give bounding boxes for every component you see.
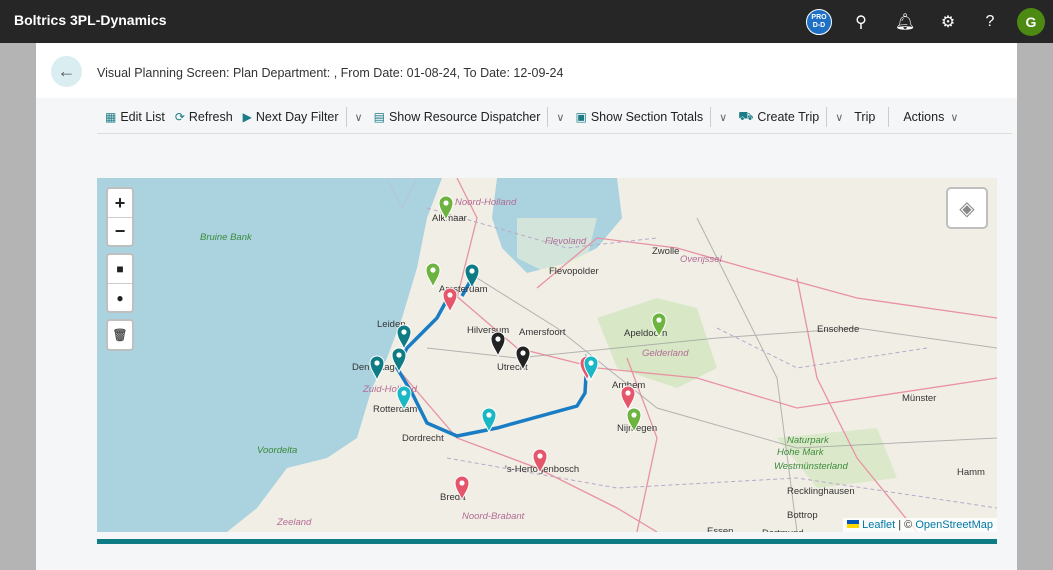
map-label: Naturpark — [787, 435, 830, 446]
edit-list-button[interactable]: ▦ Edit List — [100, 110, 170, 124]
divider — [710, 107, 712, 127]
layers-icon: ◈ — [959, 197, 975, 220]
map-marker-teal[interactable] — [369, 355, 385, 382]
draw-rectangle-button[interactable]: ■ — [108, 255, 132, 283]
chevron-down-icon[interactable]: ∨ — [713, 111, 733, 124]
arrow-left-icon: ← — [57, 61, 76, 81]
map-marker-green[interactable] — [425, 262, 441, 289]
circle-icon: ● — [116, 290, 124, 305]
totals-icon: ▣ — [575, 110, 587, 124]
divider — [97, 133, 1012, 134]
map-label: Westmünsterland — [774, 461, 848, 472]
map-label: Amersfoort — [519, 327, 566, 338]
map-label: Hohe Mark — [777, 447, 825, 458]
map-label: Recklinghausen — [787, 486, 855, 497]
map-label: Alkmaar — [432, 213, 467, 224]
zoom-out-button[interactable]: − — [108, 217, 132, 245]
play-icon: ▶ — [242, 110, 252, 124]
create-trip-label: Create Trip — [757, 110, 820, 124]
chevron-down-icon[interactable]: ∨ — [550, 111, 570, 124]
map-label: Hamm — [957, 467, 985, 478]
trash-icon: 🗑︎ — [112, 328, 128, 342]
map-footer-bar — [97, 539, 997, 544]
delete-button[interactable]: 🗑︎ — [108, 321, 132, 349]
trip-button[interactable]: Trip — [849, 110, 880, 124]
map-label: Enschede — [817, 324, 859, 335]
back-button[interactable]: ← — [51, 56, 82, 87]
app-title: Boltrics 3PL-Dynamics — [14, 12, 167, 28]
map-label: Voordelta — [257, 445, 297, 456]
map-label: Essen — [707, 526, 733, 532]
chevron-down-icon[interactable]: ∨ — [349, 111, 369, 124]
bell-icon[interactable]: 🔔︎ — [892, 9, 918, 35]
edit-list-label: Edit List — [120, 110, 165, 124]
trip-label: Trip — [854, 110, 876, 124]
divider — [345, 107, 347, 127]
refresh-button[interactable]: ⟳ Refresh — [170, 110, 238, 124]
refresh-icon: ⟳ — [174, 110, 185, 124]
map-label: Flevoland — [545, 236, 587, 247]
map-label: Zeeland — [276, 517, 312, 528]
dispatcher-icon: ▤ — [373, 110, 385, 124]
map-label: Noord-Holland — [455, 197, 517, 208]
map-label: Overijssel — [680, 254, 723, 265]
divider — [547, 107, 549, 127]
map-marker-pink[interactable] — [442, 287, 458, 314]
map-label: Zwolle — [652, 246, 679, 257]
layers-button[interactable]: ◈ — [946, 187, 988, 229]
actions-label: Actions — [903, 110, 945, 124]
zoom-control: + − — [106, 187, 134, 247]
map-marker-cyan[interactable] — [481, 407, 497, 434]
map-label: Bottrop — [787, 510, 818, 521]
create-trip-button[interactable]: ⛟ Create Trip — [733, 109, 824, 125]
action-bar: ▦ Edit List ⟳ Refresh ▶ Next Day Filter ∨ ▤… — [100, 105, 965, 129]
top-bar: Boltrics 3PL-Dynamics PRO D-D ⚲ 🔔︎ ⚙ ? G — [0, 0, 1053, 43]
map-label: Flevopolder — [549, 266, 599, 277]
map-marker-teal[interactable] — [396, 324, 412, 351]
map-label: Dortmund — [762, 528, 804, 532]
actions-menu-button[interactable]: Actions ∨ — [891, 110, 965, 124]
map-marker-black[interactable] — [490, 331, 506, 358]
map-labels: Alkmaar Noord-Holland Flevoland Flevopolder… — [200, 195, 985, 532]
help-icon[interactable]: ? — [977, 9, 1003, 35]
square-icon: ■ — [116, 262, 124, 276]
divider — [826, 107, 828, 127]
delete-toolbar: 🗑︎ — [106, 319, 134, 351]
divider — [888, 107, 890, 127]
chevron-down-icon[interactable]: ∨ — [829, 111, 849, 124]
map-label: Bruine Bank — [200, 232, 253, 243]
leaflet-link[interactable]: Leaflet — [862, 519, 895, 531]
ukraine-flag-icon — [847, 520, 860, 528]
zoom-in-button[interactable]: + — [108, 189, 132, 217]
map-label: Noord-Brabant — [462, 511, 525, 522]
page-title: Visual Planning Screen: Plan Department:… — [97, 66, 564, 80]
attribution-separator: | © — [895, 519, 916, 531]
map-label: Rotterdam — [373, 404, 417, 415]
next-day-filter-button[interactable]: ▶ Next Day Filter — [238, 110, 344, 124]
search-icon[interactable]: ⚲ — [848, 9, 874, 35]
draw-circle-button[interactable]: ● — [108, 283, 132, 311]
draw-toolbar: ■ ● — [106, 253, 134, 313]
refresh-label: Refresh — [188, 110, 233, 124]
map-marker-pink[interactable] — [620, 385, 636, 412]
openstreetmap-link[interactable]: OpenStreetMap — [915, 519, 993, 531]
environment-badge[interactable]: PRO D-D — [806, 9, 832, 35]
show-section-totals-label: Show Section Totals — [590, 110, 704, 124]
chevron-down-icon: ∨ — [950, 111, 959, 124]
truck-icon: ⛟ — [738, 109, 754, 123]
map-label: Münster — [902, 393, 936, 404]
show-section-totals-button[interactable]: ▣ Show Section Totals — [570, 110, 708, 124]
map-label: Dordrecht — [402, 433, 444, 444]
avatar[interactable]: G — [1017, 8, 1045, 36]
map-attribution: Leaflet | © OpenStreetMap — [843, 518, 997, 532]
next-day-filter-label: Next Day Filter — [255, 110, 339, 124]
show-resource-dispatcher-label: Show Resource Dispatcher — [388, 110, 541, 124]
map-label: Gelderland — [642, 348, 689, 359]
show-resource-dispatcher-button[interactable]: ▤ Show Resource Dispatcher — [369, 110, 546, 124]
gear-icon[interactable]: ⚙ — [935, 9, 961, 35]
edit-list-icon: ▦ — [105, 110, 117, 124]
map[interactable]: Alkmaar Noord-Holland Flevoland Flevopolder… — [97, 178, 997, 532]
